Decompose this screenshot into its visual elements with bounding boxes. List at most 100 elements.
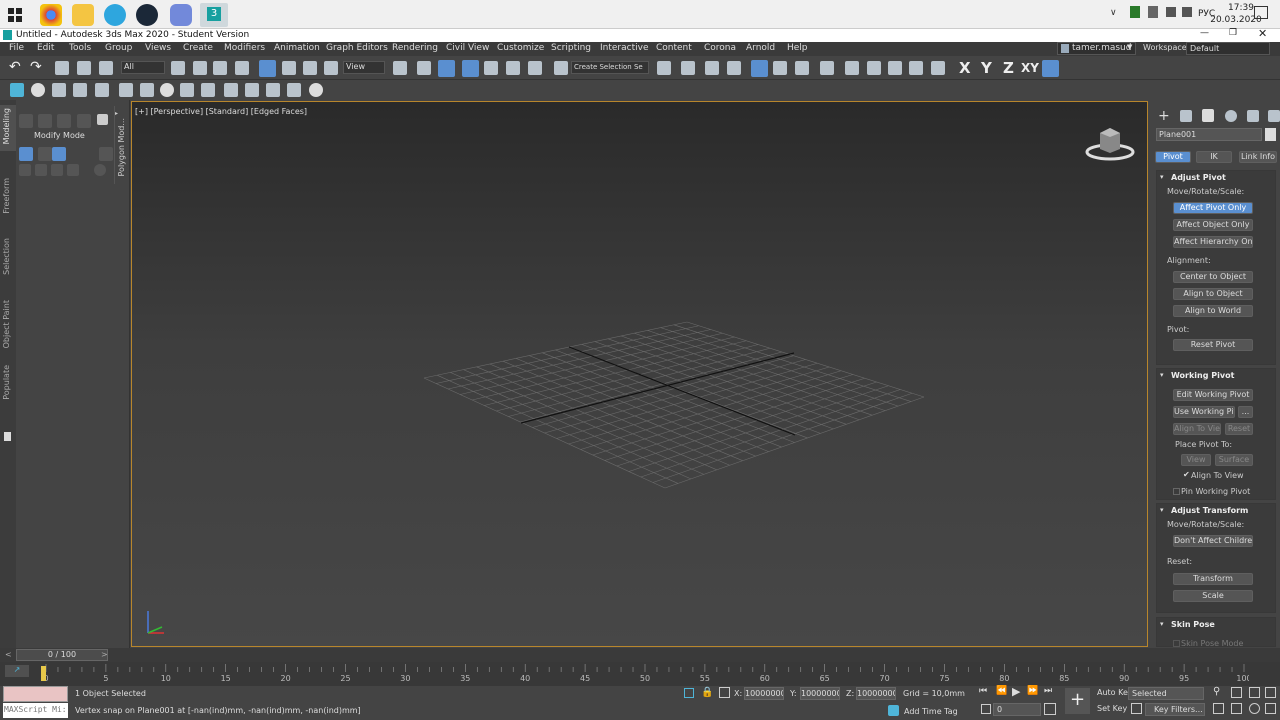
current-frame-field[interactable]: 0: [993, 703, 1041, 716]
key-mode-toggle-icon[interactable]: [1131, 703, 1142, 714]
redo-icon[interactable]: ↷: [30, 60, 44, 75]
perspective-viewport[interactable]: [+] [Perspective] [Standard] [Edged Face…: [131, 101, 1148, 647]
adjust-transform-title[interactable]: Adjust Transform: [1171, 506, 1248, 515]
chrome-icon[interactable]: [40, 4, 62, 26]
zoom-all-icon[interactable]: [1231, 687, 1242, 698]
toggle-scene-explorer-icon[interactable]: [705, 61, 719, 75]
previous-frame-icon[interactable]: ⏪: [996, 686, 1007, 696]
rib-tool-4-icon[interactable]: [77, 114, 91, 128]
select-and-scale-icon[interactable]: [303, 61, 317, 75]
lock-icon[interactable]: 🔒: [701, 687, 713, 698]
polygon-modeling-label[interactable]: Polygon Mod...: [117, 118, 126, 176]
snaps-toggle-icon[interactable]: [462, 60, 479, 77]
file-explorer-icon[interactable]: [72, 4, 94, 26]
sel-tool-1-icon[interactable]: [19, 164, 31, 176]
reset-working-pivot-button[interactable]: Reset: [1225, 423, 1253, 435]
key-filters-button[interactable]: Key Filters...: [1145, 703, 1205, 716]
create-tab-icon[interactable]: +: [1158, 109, 1172, 124]
isolate-selection-icon[interactable]: [684, 688, 694, 698]
rollout-collapse-icon[interactable]: ▾: [1160, 506, 1164, 514]
angle-snap-icon[interactable]: [484, 61, 498, 75]
affect-object-only-button[interactable]: Affect Object Only: [1173, 219, 1253, 231]
maxscript-listener-output[interactable]: [3, 686, 68, 702]
zoom-icon[interactable]: ⚲: [1213, 686, 1220, 697]
render-iterative-icon[interactable]: [909, 61, 923, 75]
bulb-icon[interactable]: [309, 83, 323, 97]
mirror-icon[interactable]: [657, 61, 671, 75]
time-slider-next-icon[interactable]: >: [101, 650, 108, 659]
select-manipulate-icon[interactable]: [417, 61, 431, 75]
skin-pose-title[interactable]: Skin Pose: [1171, 620, 1215, 629]
working-pivot-options-button[interactable]: ...: [1238, 406, 1253, 418]
absolute-mode-icon[interactable]: [719, 687, 730, 698]
menu-interactive[interactable]: Interactive: [600, 43, 648, 53]
menu-group[interactable]: Group: [105, 43, 132, 53]
rib-tool-3-icon[interactable]: [57, 114, 71, 128]
percent-snap-icon[interactable]: [506, 61, 520, 75]
edit-working-pivot-button[interactable]: Edit Working Pivot: [1173, 389, 1253, 401]
tab-ik[interactable]: IK: [1196, 151, 1232, 163]
teapot-icon[interactable]: [287, 83, 301, 97]
sel-tool-2-icon[interactable]: [35, 164, 47, 176]
rollout-collapse-icon[interactable]: ▾: [1160, 173, 1164, 181]
orbit-icon[interactable]: [1249, 703, 1260, 714]
named-selection-sets-dropdown[interactable]: Create Selection Se: [571, 61, 649, 74]
discord-icon[interactable]: [170, 4, 192, 26]
tab-object-paint[interactable]: Object Paint: [2, 300, 11, 348]
place-pivot-view-button[interactable]: View: [1181, 454, 1211, 466]
axis-y-constraint[interactable]: Y: [981, 59, 992, 77]
grid-object-icon[interactable]: [119, 83, 133, 97]
affect-pivot-only-button[interactable]: Affect Pivot Only: [1173, 202, 1253, 214]
reference-coordinate-dropdown[interactable]: View: [343, 61, 385, 74]
tab-pivot[interactable]: Pivot: [1155, 151, 1191, 163]
notification-icon[interactable]: [1254, 6, 1268, 19]
keyboard-shortcut-override-icon[interactable]: [438, 60, 455, 77]
toggle-layer-explorer-icon[interactable]: [727, 61, 741, 75]
tray-speaker-icon[interactable]: [1166, 7, 1176, 17]
reset-pivot-button[interactable]: Reset Pivot: [1173, 339, 1253, 351]
tab-selection[interactable]: Selection: [2, 238, 11, 275]
time-slider[interactable]: < 0 / 100 >: [0, 648, 1280, 662]
maximize-viewport-icon[interactable]: [1265, 703, 1276, 714]
adjust-pivot-title[interactable]: Adjust Pivot: [1171, 173, 1226, 182]
time-config-icon[interactable]: [981, 704, 991, 714]
modify-tab-icon[interactable]: [1180, 110, 1192, 122]
align-to-view-checkbox[interactable]: ✔: [1183, 470, 1190, 479]
axis-z-constraint[interactable]: Z: [1003, 59, 1014, 77]
pan-view-icon[interactable]: [1231, 703, 1242, 714]
z-coordinate-field[interactable]: 100000000C: [856, 687, 896, 700]
rotate-view-icon[interactable]: [160, 83, 174, 97]
steam-icon[interactable]: [136, 4, 158, 26]
populate-icon[interactable]: [52, 83, 66, 97]
goto-start-icon[interactable]: ⏮: [979, 686, 987, 696]
align-to-object-button[interactable]: Align to Object: [1173, 288, 1253, 300]
material-editor-icon[interactable]: [820, 61, 834, 75]
spinner-snap-icon[interactable]: [528, 61, 542, 75]
tab-freeform[interactable]: Freeform: [2, 178, 11, 214]
window-crossing-icon[interactable]: [235, 61, 249, 75]
next-frame-icon[interactable]: ⏩: [1027, 686, 1038, 696]
time-slider-prev-icon[interactable]: <: [5, 650, 15, 660]
menu-file[interactable]: File: [9, 43, 24, 53]
x-coordinate-field[interactable]: 100000000C: [744, 687, 784, 700]
axis-xy-constraint[interactable]: XY: [1021, 61, 1039, 75]
select-and-place-icon[interactable]: [324, 61, 338, 75]
toggle-ribbon-icon[interactable]: [751, 60, 768, 77]
edit-named-selection-icon[interactable]: [554, 61, 568, 75]
tray-app-icon[interactable]: [1130, 6, 1140, 18]
sun-icon[interactable]: [31, 83, 45, 97]
minimize-icon[interactable]: —: [1200, 28, 1209, 38]
rib-tool-5-icon[interactable]: [97, 114, 108, 125]
dont-affect-children-button[interactable]: Don't Affect Children: [1173, 535, 1253, 547]
camera-icon[interactable]: [224, 83, 238, 97]
sel-tool-4-icon[interactable]: [67, 164, 79, 176]
key-selection-dropdown[interactable]: Selected: [1128, 687, 1204, 700]
tray-wifi-icon[interactable]: [1182, 7, 1192, 17]
render-production-icon[interactable]: [888, 61, 902, 75]
set-key-button[interactable]: Set Key: [1097, 704, 1127, 713]
viewcube-icon[interactable]: [1084, 124, 1136, 164]
menu-rendering[interactable]: Rendering: [392, 43, 438, 53]
curve-editor-icon[interactable]: [773, 61, 787, 75]
edge-mode-icon[interactable]: [38, 147, 52, 161]
vertex-mode-icon[interactable]: [19, 147, 33, 161]
